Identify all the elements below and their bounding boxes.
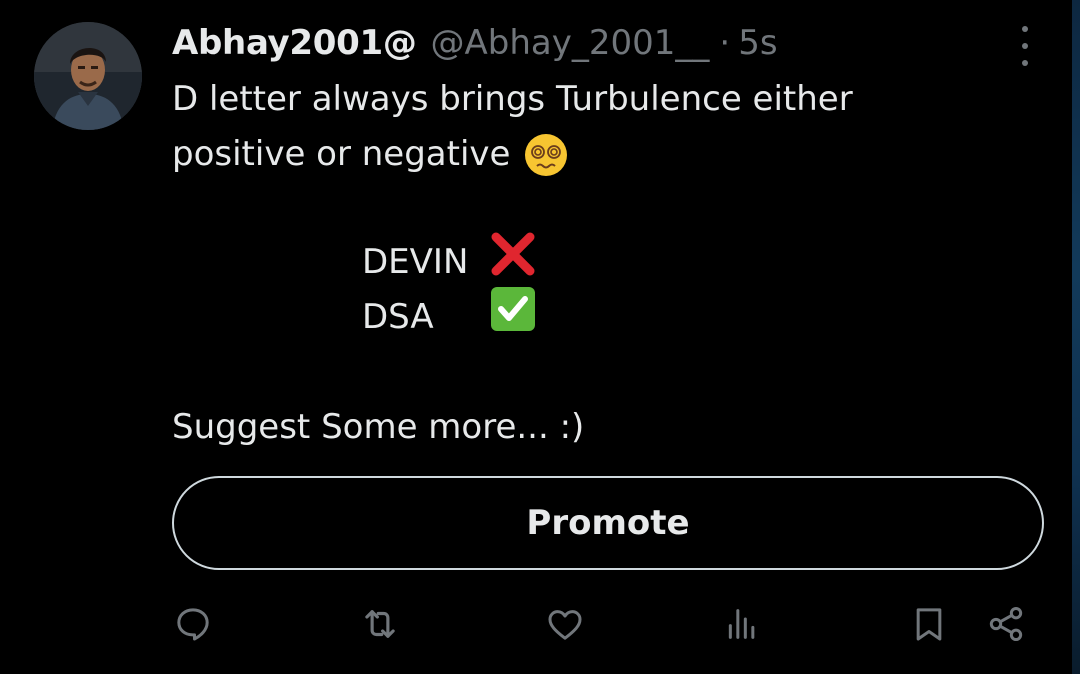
list-item-label: DSA <box>362 297 434 337</box>
tweet-text-line-1: D letter always brings Turbulence either <box>172 79 853 119</box>
list-item: DSA <box>362 287 536 345</box>
list-item: DEVIN <box>362 232 536 290</box>
check-mark-emoji <box>490 286 536 349</box>
reply-icon[interactable] <box>169 600 217 648</box>
tweet-text-suggest: Suggest Some more... :) <box>172 407 585 447</box>
bookmark-icon[interactable] <box>905 600 953 648</box>
timestamp[interactable]: 5s <box>738 23 777 63</box>
user-handle[interactable]: @Abhay_2001__ <box>431 23 710 63</box>
retweet-icon[interactable] <box>356 600 404 648</box>
tweet[interactable]: Abhay2001@ @Abhay_2001__ · 5s D letter a… <box>0 0 1080 674</box>
promote-button[interactable]: Promote <box>172 476 1044 570</box>
tweet-text-line-2-wrap: positive or negative <box>172 127 853 182</box>
dizzy-face-emoji <box>524 133 568 177</box>
views-icon[interactable] <box>718 600 766 648</box>
scroll-edge <box>1072 0 1080 674</box>
cross-mark-emoji <box>490 231 536 294</box>
tweet-header: Abhay2001@ @Abhay_2001__ · 5s <box>172 18 778 68</box>
list-item-label: DEVIN <box>362 242 469 282</box>
tweet-text-line-2: positive or negative <box>172 134 511 174</box>
action-bar <box>0 600 1080 648</box>
like-icon[interactable] <box>541 600 589 648</box>
separator-dot: · <box>719 23 731 63</box>
tweet-text: D letter always brings Turbulence either… <box>172 72 853 182</box>
share-icon[interactable] <box>982 600 1030 648</box>
more-vertical-icon[interactable] <box>1012 26 1038 66</box>
avatar-image <box>34 22 142 130</box>
promote-button-label: Promote <box>526 503 690 543</box>
display-name[interactable]: Abhay2001@ <box>172 23 417 63</box>
tweet-list: DEVIN DSA <box>362 232 536 345</box>
avatar[interactable] <box>34 22 142 130</box>
